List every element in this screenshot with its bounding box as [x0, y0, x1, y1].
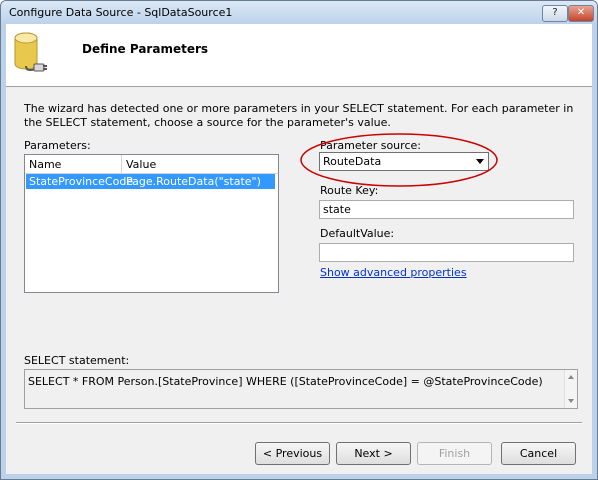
scroll-up-icon[interactable]	[568, 375, 574, 379]
next-button[interactable]: Next >	[336, 442, 411, 465]
scroll-down-icon[interactable]	[568, 399, 574, 403]
help-button[interactable]: ?	[542, 5, 568, 22]
dialog-window: Configure Data Source - SqlDataSource1 ?…	[0, 0, 598, 480]
red-ellipse-annotation	[300, 133, 498, 187]
default-value-input[interactable]	[319, 243, 574, 262]
previous-button[interactable]: < Previous	[255, 442, 330, 465]
select-statement-text: SELECT * FROM Person.[StateProvince] WHE…	[28, 375, 543, 388]
page-title: Define Parameters	[82, 42, 209, 56]
route-key-input[interactable]: state	[319, 200, 574, 219]
dialog-client: Define Parameters The wizard has detecte…	[6, 24, 592, 474]
list-row-selected[interactable]: StateProvinceCode Page.RouteData("state"…	[26, 174, 275, 189]
parameters-label: Parameters:	[24, 139, 91, 152]
list-header: Name Value	[25, 155, 278, 174]
column-header-value[interactable]: Value	[126, 158, 156, 171]
close-button[interactable]: ✕	[568, 5, 594, 22]
show-advanced-properties-link[interactable]: Show advanced properties	[320, 266, 467, 279]
vertical-scrollbar[interactable]	[564, 370, 577, 408]
route-key-label: Route Key:	[320, 184, 379, 197]
button-separator	[16, 422, 582, 424]
default-value-label: DefaultValue:	[320, 227, 395, 240]
parameters-list[interactable]: Name Value StateProvinceCode Page.RouteD…	[24, 154, 279, 293]
wizard-description: The wizard has detected one or more para…	[24, 102, 574, 129]
database-icon	[14, 32, 47, 72]
finish-button[interactable]: Finish	[417, 442, 492, 465]
select-statement-box[interactable]: SELECT * FROM Person.[StateProvince] WHE…	[24, 369, 578, 409]
param-value-cell: Page.RouteData("state")	[126, 175, 261, 188]
column-divider[interactable]	[121, 155, 122, 173]
window-title: Configure Data Source - SqlDataSource1	[9, 6, 233, 19]
column-header-name[interactable]: Name	[29, 158, 61, 171]
param-name-cell: StateProvinceCode	[29, 175, 134, 188]
select-statement-label: SELECT statement:	[24, 354, 130, 367]
wizard-header: Define Parameters	[6, 24, 592, 87]
cancel-button[interactable]: Cancel	[501, 442, 576, 465]
title-bar[interactable]: Configure Data Source - SqlDataSource1 ?…	[1, 1, 597, 23]
route-key-value: state	[323, 203, 351, 216]
